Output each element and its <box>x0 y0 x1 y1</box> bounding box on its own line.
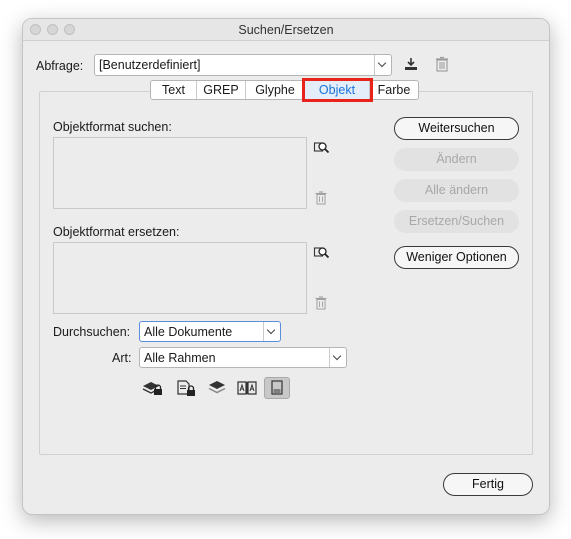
window-title: Suchen/Ersetzen <box>238 23 334 37</box>
find-format-label: Objektformat suchen: <box>53 120 172 134</box>
title-bar: Suchen/Ersetzen <box>23 19 549 41</box>
search-value: Alle Dokumente <box>144 325 233 339</box>
include-footnotes-icon[interactable] <box>264 377 290 399</box>
clear-find-format-icon[interactable] <box>315 191 327 205</box>
fewer-options-button[interactable]: Weniger Optionen <box>394 246 519 269</box>
tab-text[interactable]: Text <box>151 81 197 99</box>
save-query-icon[interactable] <box>403 56 419 72</box>
include-master-pages-icon[interactable] <box>236 379 258 397</box>
tab-object[interactable]: Objekt <box>302 78 373 102</box>
tab-color[interactable]: Farbe <box>370 81 418 99</box>
specify-replace-format-icon[interactable] <box>313 245 330 261</box>
change-all-button[interactable]: Alle ändern <box>394 179 519 202</box>
done-button[interactable]: Fertig <box>443 473 533 496</box>
replace-format-box[interactable] <box>53 242 307 314</box>
find-next-button[interactable]: Weitersuchen <box>394 117 519 140</box>
type-select[interactable]: Alle Rahmen <box>139 347 347 368</box>
find-format-box[interactable] <box>53 137 307 209</box>
specify-find-format-icon[interactable] <box>313 140 330 156</box>
query-label: Abfrage: <box>36 59 84 73</box>
include-locked-layers-icon[interactable] <box>142 379 164 397</box>
find-change-dialog: Suchen/Ersetzen Abfrage: [Benutzerdefini… <box>22 18 550 515</box>
search-label: Durchsuchen: <box>53 325 131 339</box>
delete-query-icon[interactable] <box>435 56 449 72</box>
type-value: Alle Rahmen <box>144 351 216 365</box>
replace-format-label: Objektformat ersetzen: <box>53 225 180 239</box>
tab-glyph[interactable]: Glyphe <box>246 81 305 99</box>
include-hidden-layers-icon[interactable] <box>207 379 227 397</box>
chevron-down-icon <box>263 322 280 341</box>
change-button[interactable]: Ändern <box>394 148 519 171</box>
change-find-button[interactable]: Ersetzen/Suchen <box>394 210 519 233</box>
tab-grep[interactable]: GREP <box>197 81 246 99</box>
search-select[interactable]: Alle Dokumente <box>139 321 281 342</box>
clear-replace-format-icon[interactable] <box>315 296 327 310</box>
include-locked-objects-icon[interactable] <box>175 379 197 397</box>
type-label: Art: <box>112 351 132 365</box>
query-select[interactable]: [Benutzerdefiniert] <box>94 54 392 76</box>
chevron-down-icon <box>374 55 391 75</box>
chevron-down-icon <box>329 348 346 367</box>
query-value: [Benutzerdefiniert] <box>99 58 201 72</box>
tab-bar: Text GREP Glyphe Objekt Farbe <box>150 78 419 102</box>
